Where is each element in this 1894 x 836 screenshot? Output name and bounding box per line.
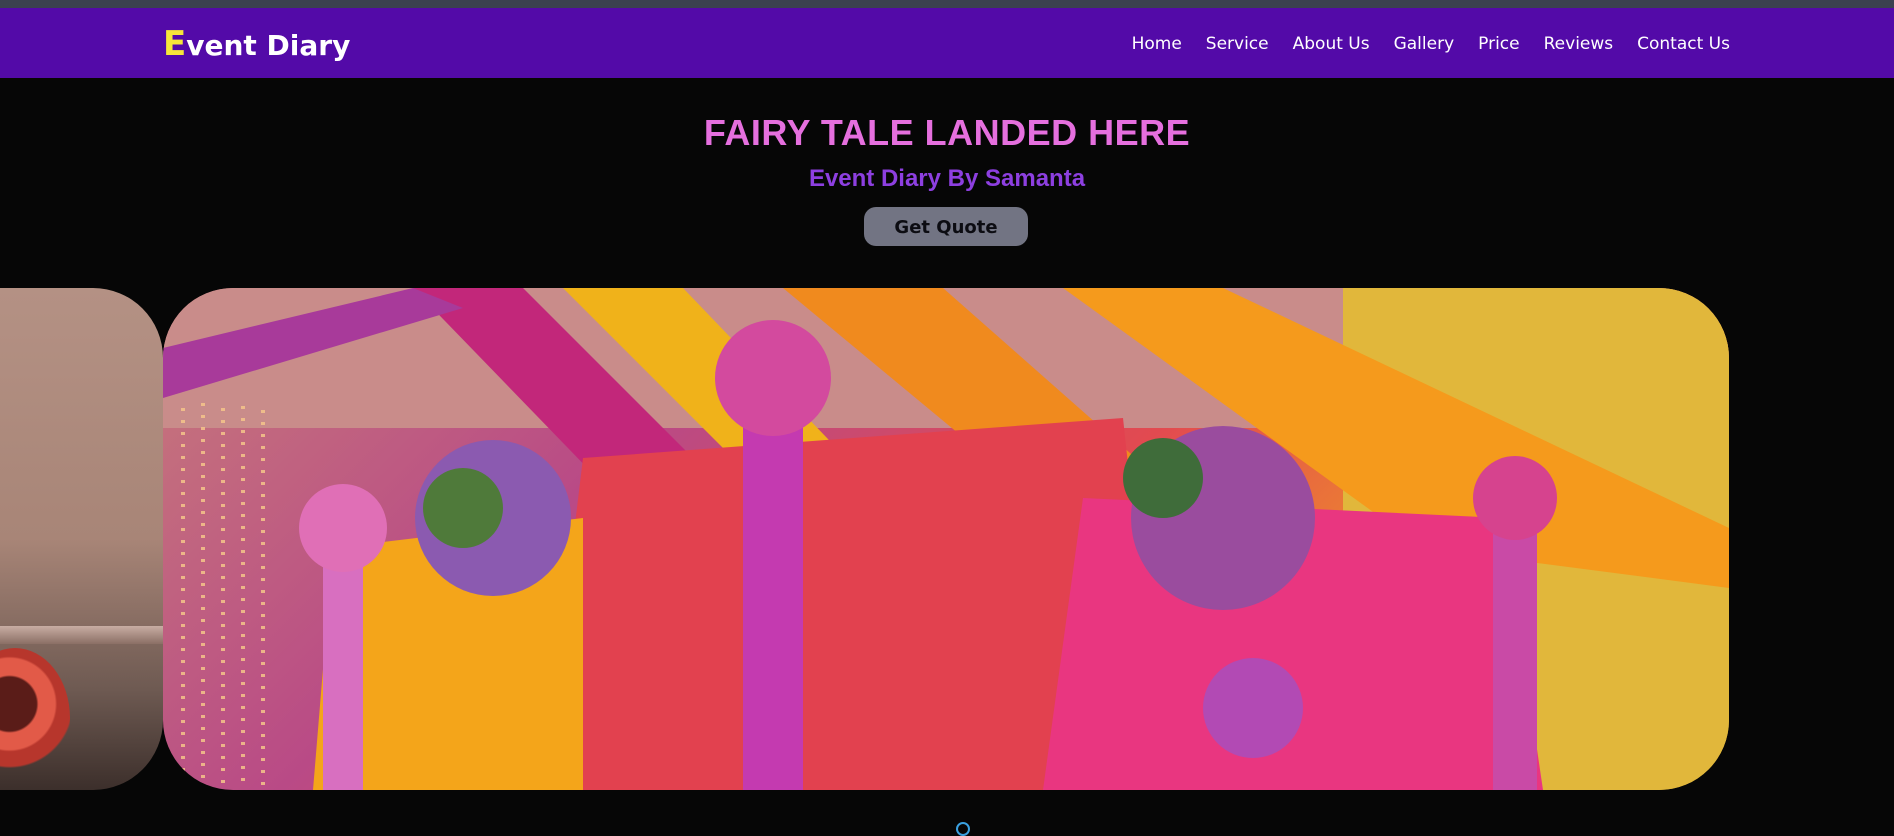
wedding-decor-image xyxy=(163,288,1729,790)
brand-first-letter: E xyxy=(163,24,187,64)
nav-gallery[interactable]: Gallery xyxy=(1394,34,1455,54)
brand-name-rest: vent Diary xyxy=(186,29,351,62)
hero-subtitle: Event Diary By Samanta xyxy=(808,165,1086,192)
carousel-indicator[interactable] xyxy=(956,822,970,836)
nav-contact-us[interactable]: Contact Us xyxy=(1637,34,1730,54)
carousel-main-slide[interactable] xyxy=(163,288,1729,790)
nav-price[interactable]: Price xyxy=(1478,34,1519,54)
browser-top-strip xyxy=(0,0,1894,8)
carousel-prev-slide[interactable] xyxy=(0,288,163,790)
wall-molding-decoration xyxy=(0,626,163,644)
garland-decoration xyxy=(0,648,70,788)
nav-links: Home Service About Us Gallery Price Revi… xyxy=(1132,34,1730,54)
nav-reviews[interactable]: Reviews xyxy=(1544,34,1614,54)
nav-about-us[interactable]: About Us xyxy=(1293,34,1370,54)
hero-title: FAIRY TALE LANDED HERE xyxy=(703,112,1191,153)
get-quote-button[interactable]: Get Quote xyxy=(864,207,1028,246)
brand-logo[interactable]: Event Diary xyxy=(163,24,350,64)
navbar: Event Diary Home Service About Us Galler… xyxy=(0,8,1894,78)
nav-home[interactable]: Home xyxy=(1132,34,1182,54)
nav-service[interactable]: Service xyxy=(1206,34,1269,54)
